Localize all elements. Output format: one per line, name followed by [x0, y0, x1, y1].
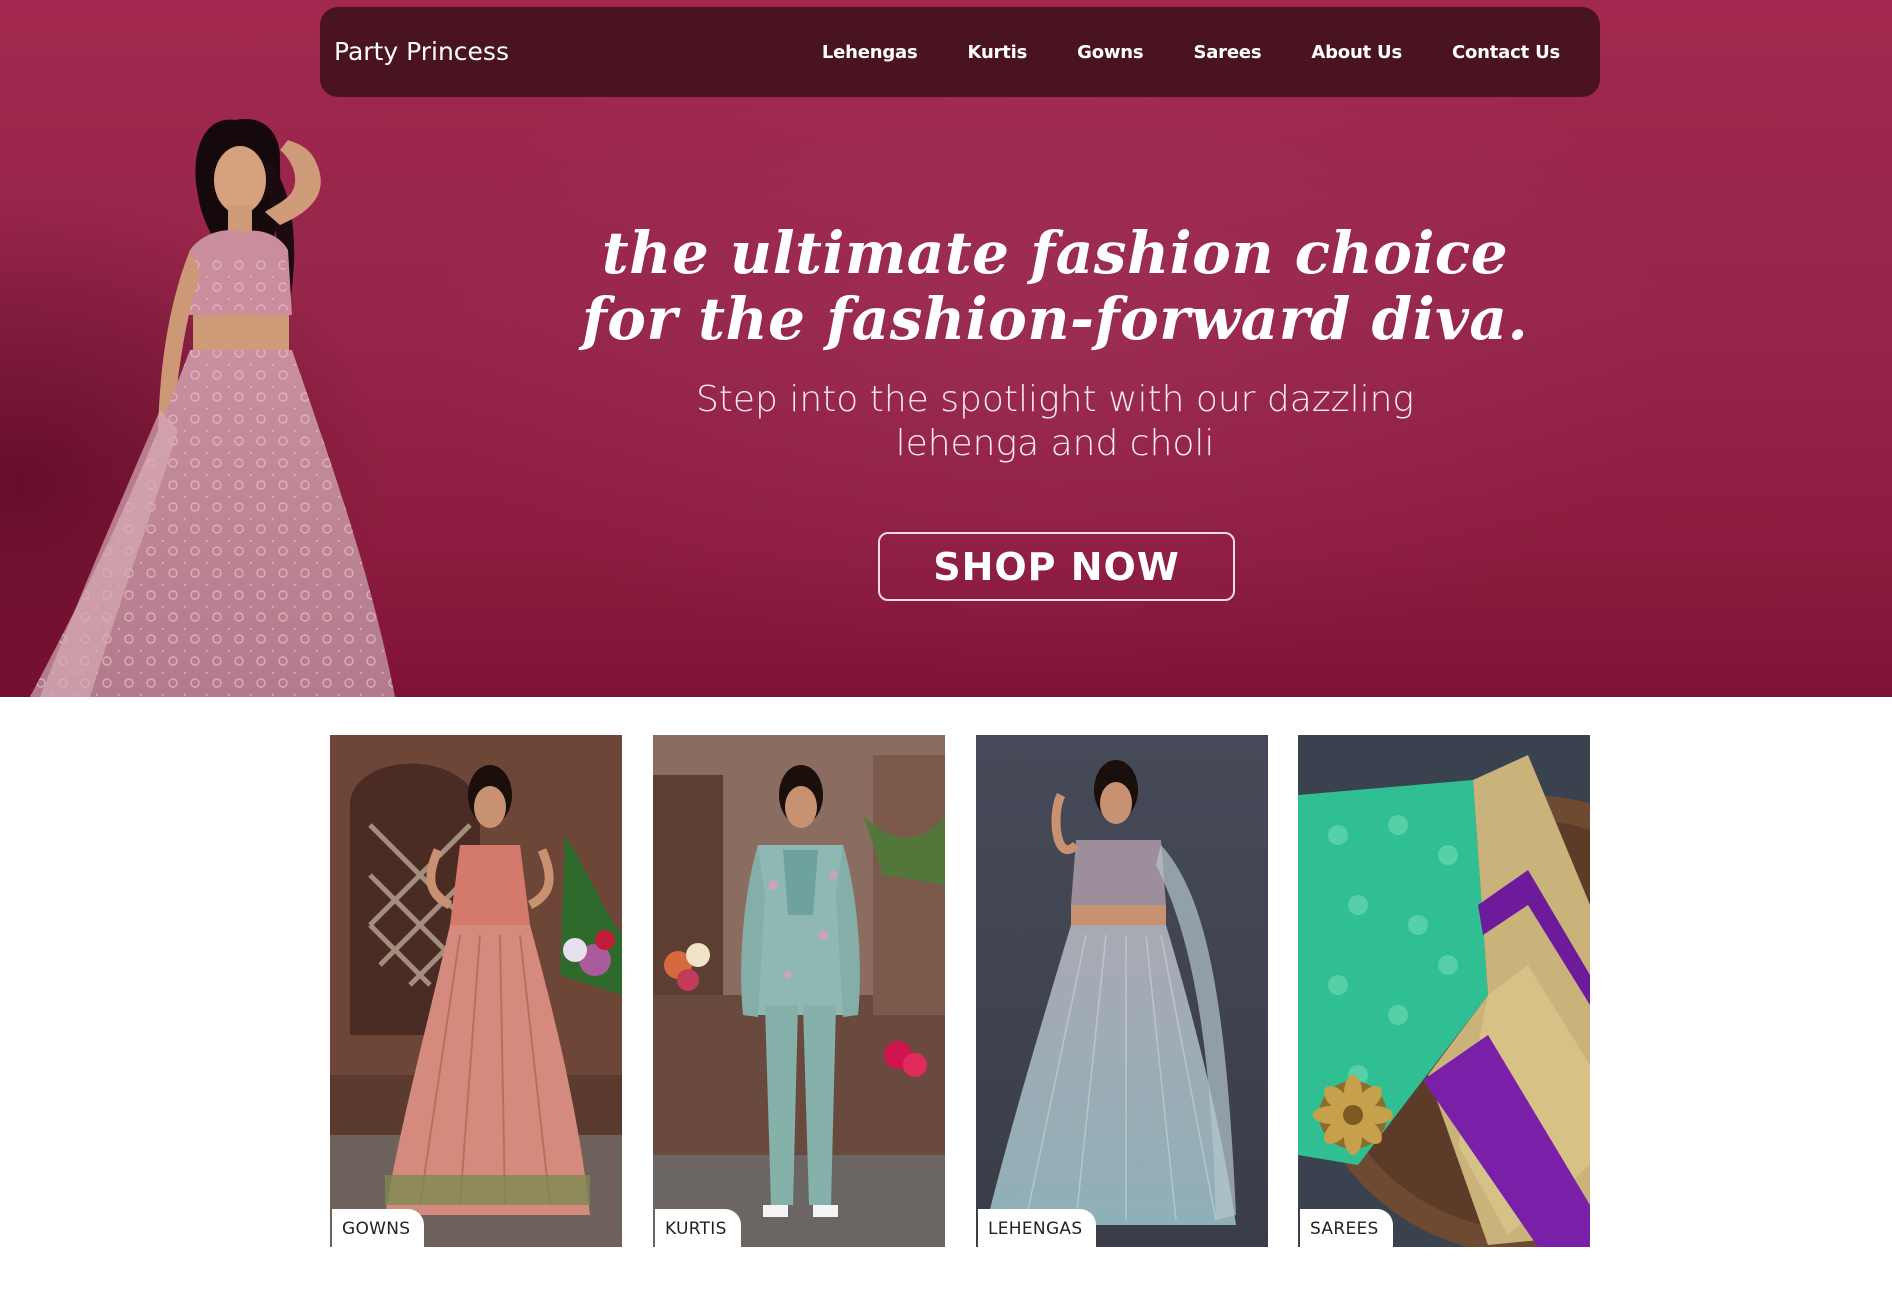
category-grid: GOWNS KURTIS LEHENGAS SAREES: [330, 735, 1590, 1247]
lehengas-image: [976, 735, 1268, 1247]
hero-tagline: the ultimate fashion choice for the fash…: [560, 220, 1550, 352]
category-card-sarees[interactable]: SAREES: [1298, 735, 1590, 1247]
nav-gowns[interactable]: Gowns: [1077, 42, 1144, 63]
nav-links: Lehengas Kurtis Gowns Sarees About Us Co…: [822, 7, 1560, 97]
hero-subtitle-line-1: Step into the spotlight with our dazzlin…: [695, 379, 1415, 420]
top-navbar: Party Princess Lehengas Kurtis Gowns Sar…: [320, 7, 1600, 97]
nav-lehengas[interactable]: Lehengas: [822, 42, 918, 63]
gowns-image: [330, 735, 622, 1247]
category-label-gowns: GOWNS: [332, 1209, 425, 1247]
nav-contact-us[interactable]: Contact Us: [1452, 42, 1560, 63]
category-label-sarees: SAREES: [1300, 1209, 1393, 1247]
kurtis-image: [653, 735, 945, 1247]
category-card-gowns[interactable]: GOWNS: [330, 735, 622, 1247]
category-label-lehengas: LEHENGAS: [978, 1209, 1097, 1247]
hero-tagline-line-2: for the fashion-forward diva.: [581, 285, 1529, 353]
hero-banner: Party Princess Lehengas Kurtis Gowns Sar…: [0, 0, 1892, 697]
sarees-image: [1298, 735, 1590, 1247]
nav-sarees[interactable]: Sarees: [1193, 42, 1261, 63]
nav-about-us[interactable]: About Us: [1311, 42, 1402, 63]
category-card-kurtis[interactable]: KURTIS: [653, 735, 945, 1247]
hero-subtitle: Step into the spotlight with our dazzlin…: [660, 378, 1450, 466]
brand-logo-text[interactable]: Party Princess: [334, 7, 509, 97]
category-card-lehengas[interactable]: LEHENGAS: [976, 735, 1268, 1247]
hero-model-image: [30, 118, 395, 697]
nav-kurtis[interactable]: Kurtis: [968, 42, 1028, 63]
hero-subtitle-line-2: lehenga and choli: [895, 423, 1215, 464]
category-label-kurtis: KURTIS: [655, 1209, 741, 1247]
shop-now-button[interactable]: SHOP NOW: [878, 532, 1235, 601]
hero-tagline-line-1: the ultimate fashion choice: [601, 219, 1509, 287]
